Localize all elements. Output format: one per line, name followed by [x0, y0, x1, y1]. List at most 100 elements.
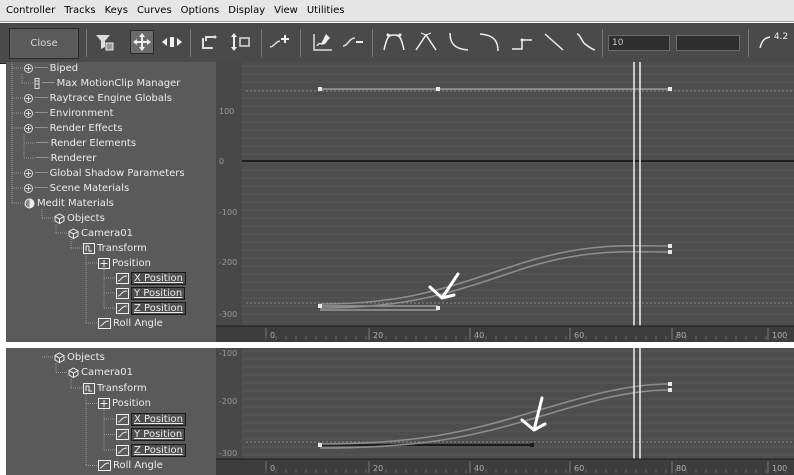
tree-item-global-shadow-parameters[interactable]: ─── Global Shadow Parameters [24, 166, 185, 180]
key-marker[interactable] [668, 388, 672, 392]
tree-item-roll-angle[interactable]: Roll Angle [98, 459, 163, 473]
tree-item-x-position[interactable]: X Position [116, 271, 186, 285]
curve-graph-canvas[interactable]: -100-200-3000 20 40 60 80 100 [216, 348, 794, 475]
annotation-arrow [428, 272, 460, 300]
tree-item-position[interactable]: Position [98, 256, 151, 270]
tangent-fast-icon[interactable] [446, 30, 470, 54]
menu-display[interactable]: Display [228, 5, 265, 16]
expand-icon[interactable] [24, 168, 33, 178]
move-keys-icon[interactable] [130, 30, 154, 54]
menu-view[interactable]: View [274, 5, 298, 16]
key-marker[interactable] [668, 87, 672, 91]
tree-connector: ─── [35, 64, 48, 72]
tree-item-label: Transform [97, 242, 147, 254]
function-curve[interactable] [319, 244, 671, 305]
time-ruler[interactable] [216, 326, 794, 342]
tree-item-label: Objects [67, 351, 105, 363]
key-marker[interactable] [530, 443, 534, 447]
curve-graph-canvas[interactable]: 1000-100-200-3000 20 40 60 80 100 [216, 62, 794, 342]
function-curve[interactable] [319, 383, 671, 445]
tree-item-z-position[interactable]: Z Position [116, 443, 186, 457]
key-marker[interactable] [668, 244, 672, 248]
add-keys-icon[interactable] [268, 30, 292, 54]
tangent-slow-icon[interactable] [478, 30, 502, 54]
y-tick-label: -100 [219, 349, 237, 358]
toolbar-separator [86, 29, 87, 57]
key-marker[interactable] [318, 443, 322, 447]
expand-icon[interactable] [24, 123, 33, 133]
toolbar: Close 10 4.2 [0, 23, 794, 64]
controller-tree: ─── Biped ─── Max MotionClip Manager ─── Rayt… [6, 62, 216, 342]
tree-item-environment[interactable]: ─── Environment [24, 106, 114, 120]
curve-graph-zoomed[interactable]: -100 -200 -300 0 20 40 60 80 100 [216, 348, 794, 475]
tree-item-renderer[interactable]: ─── Renderer [36, 151, 96, 165]
expand-icon[interactable] [24, 108, 33, 118]
menu-options[interactable]: Options [181, 5, 220, 16]
function-curve[interactable] [319, 250, 671, 309]
tree-item-position[interactable]: Position [98, 397, 151, 411]
key-marker[interactable] [436, 87, 440, 91]
tree-item-camera01[interactable]: Camera01 [68, 226, 133, 240]
tree-item-objects[interactable]: Objects [54, 350, 105, 364]
zoom-readout-icon[interactable]: 4.2 [756, 30, 790, 54]
frame-field[interactable]: 10 [608, 35, 670, 51]
tree-item-y-position[interactable]: Y Position [116, 428, 186, 442]
x-tick-label: 20 [373, 331, 383, 340]
tree-item-z-position[interactable]: Z Position [116, 301, 186, 315]
expand-icon[interactable] [24, 63, 33, 73]
tree-item-raytrace-engine-globals[interactable]: ─── Raytrace Engine Globals [24, 91, 172, 105]
tree-item-camera01[interactable]: Camera01 [68, 366, 133, 380]
draw-curves-icon[interactable] [311, 30, 335, 54]
time-ruler[interactable] [216, 459, 794, 475]
tree-item-transform[interactable]: Transform [83, 241, 147, 255]
key-marker[interactable] [318, 87, 322, 91]
menu-curves[interactable]: Curves [137, 5, 172, 16]
curve-graph[interactable]: 100 0 -100 -200 -300 0 20 40 60 80 100 [216, 62, 794, 342]
menu-controller[interactable]: Controller [6, 5, 55, 16]
tangent-step-icon[interactable] [510, 30, 534, 54]
tree-item-roll-angle[interactable]: Roll Angle [98, 316, 163, 330]
key-marker[interactable] [436, 306, 440, 310]
tangent-linear-icon[interactable] [542, 30, 566, 54]
tree-item-medit-materials[interactable]: Medit Materials [24, 196, 114, 210]
tree-item-transform[interactable]: Transform [83, 381, 147, 395]
close-button[interactable]: Close [9, 28, 79, 59]
key-marker[interactable] [668, 382, 672, 386]
tree-item-scene-materials[interactable]: ─── Scene Materials [24, 181, 129, 195]
tree-item-objects[interactable]: Objects [54, 211, 105, 225]
toolbar-separator [748, 29, 749, 57]
toolbar-separator [372, 29, 373, 57]
tree-connector: ─── [36, 139, 49, 147]
tangent-auto-icon[interactable] [382, 30, 406, 54]
tree-item-label: Camera01 [81, 367, 133, 378]
tree-item-y-position[interactable]: Y Position [116, 286, 186, 300]
curve-icon [116, 444, 129, 456]
tree-item-x-position[interactable]: X Position [116, 412, 186, 426]
tree-item-label: Biped [49, 62, 79, 74]
expand-icon[interactable] [24, 183, 33, 193]
scale-keys-icon[interactable] [197, 30, 221, 54]
tree-item-label: Position [112, 398, 151, 409]
tree-item-label: Raytrace Engine Globals [49, 92, 172, 104]
key-marker[interactable] [668, 250, 672, 254]
tree-item-label: Render Effects [49, 122, 123, 134]
tangent-custom-icon[interactable] [414, 30, 438, 54]
slide-keys-icon[interactable] [160, 30, 184, 54]
reduce-keys-icon[interactable] [341, 30, 365, 54]
value-field[interactable] [676, 35, 740, 51]
menu-utilities[interactable]: Utilities [307, 5, 345, 16]
tree-item-render-elements[interactable]: ─── Render Elements [36, 136, 136, 150]
tangent-smooth-icon[interactable] [574, 30, 598, 54]
position-icon [98, 257, 110, 269]
toolbar-separator [261, 29, 262, 57]
scale-values-icon[interactable] [229, 30, 253, 54]
key-marker[interactable] [318, 304, 322, 308]
menu-tracks[interactable]: Tracks [64, 5, 95, 16]
tree-item-render-effects[interactable]: ─── Render Effects [24, 121, 122, 135]
y-tick-label: -200 [219, 397, 237, 406]
expand-icon[interactable] [24, 93, 33, 103]
menu-keys[interactable]: Keys [105, 5, 128, 16]
filter-icon[interactable] [92, 30, 116, 54]
tree-item-max-motionclip-manager[interactable]: ─── Max MotionClip Manager [34, 76, 180, 90]
tree-item-biped[interactable]: ─── Biped [24, 62, 78, 75]
